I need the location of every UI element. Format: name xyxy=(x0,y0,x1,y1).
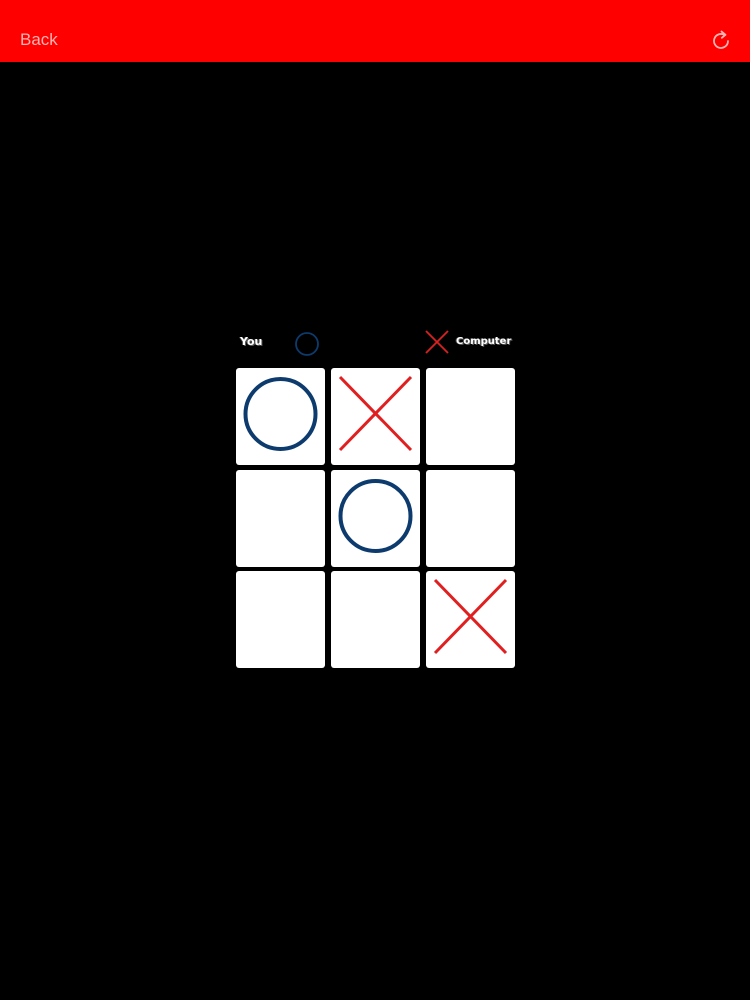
x-mark-icon xyxy=(338,375,413,452)
board-cell-1-2[interactable] xyxy=(331,368,420,465)
o-mark-icon xyxy=(338,478,413,553)
back-button[interactable]: Back xyxy=(20,30,58,50)
x-mark-icon xyxy=(424,329,450,355)
computer-label: Computer xyxy=(456,336,512,347)
player-indicator: You Computer xyxy=(236,328,516,356)
you-label: You xyxy=(240,335,263,348)
x-mark-icon xyxy=(433,578,508,655)
board-cell-2-1[interactable] xyxy=(236,469,325,567)
board-cell-3-1[interactable] xyxy=(236,571,325,668)
board-cell-3-3[interactable] xyxy=(426,571,515,668)
board-cell-3-2[interactable] xyxy=(331,571,420,668)
top-bar: Back xyxy=(0,0,750,62)
board-cell-2-3[interactable] xyxy=(426,469,515,567)
refresh-icon[interactable] xyxy=(709,29,733,53)
o-mark-icon xyxy=(294,330,320,356)
board-cell-1-3[interactable] xyxy=(426,368,515,465)
game-board xyxy=(236,368,516,668)
board-cell-2-2[interactable] xyxy=(331,469,420,567)
o-mark-icon xyxy=(243,377,318,451)
board-cell-1-1[interactable] xyxy=(236,368,325,465)
